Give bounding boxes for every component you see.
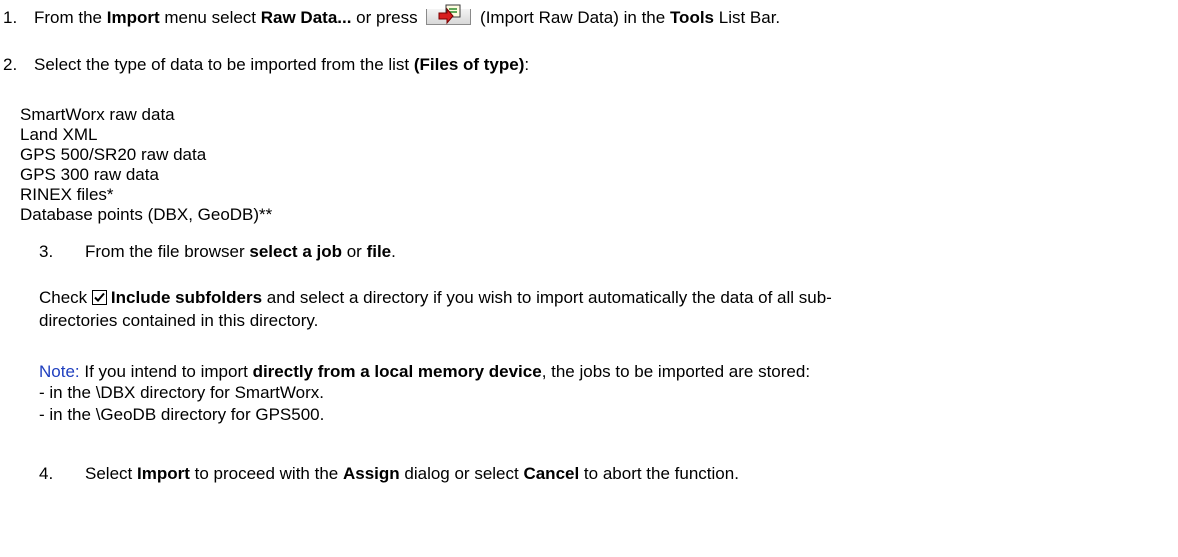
step-number: 2. (3, 55, 18, 74)
local-memory-device-ref: directly from a local memory device (252, 362, 542, 381)
file-type-item: SmartWorx raw data (20, 105, 175, 124)
note-label: Note: (39, 362, 80, 381)
note-item: - in the \DBX directory for SmartWorx. (39, 383, 324, 402)
include-subfolders-paragraph-line2: directories contained in this directory. (39, 311, 319, 330)
step-4: 4. Select Import to proceed with the Assi… (39, 464, 739, 483)
import-menu-ref: Import (106, 8, 160, 27)
note-paragraph: Note: If you intend to import directly f… (39, 362, 811, 381)
file-type-item: RINEX files* (20, 185, 114, 204)
cancel-button-ref: Cancel (523, 464, 580, 483)
file-type-item: Land XML (20, 125, 98, 144)
select-a-job-ref: select a job (249, 242, 342, 261)
raw-data-menu-item-ref: Raw Data... (260, 8, 352, 27)
step-number: 4. (39, 464, 54, 483)
checked-checkbox-icon (91, 290, 107, 305)
include-subfolders-paragraph: Check Include subfolders and select a di… (39, 288, 832, 307)
file-type-item: Database points (DBX, GeoDB)** (20, 205, 273, 224)
note-item: - in the \GeoDB directory for GPS500. (39, 405, 325, 424)
step-number: 1. (3, 8, 18, 27)
step-3: 3. From the file browser select a job or … (39, 242, 396, 261)
include-subfolders-option-ref: Include subfolders (110, 288, 263, 307)
tools-listbar-ref: Tools (669, 8, 715, 27)
file-ref: file (366, 242, 392, 261)
step-1: 1. From the Import menu select Raw Data..… (3, 4, 780, 28)
import-raw-data-icon (426, 4, 472, 25)
import-button-ref: Import (136, 464, 190, 483)
file-type-item: GPS 500/SR20 raw data (20, 145, 207, 164)
file-type-item: GPS 300 raw data (20, 165, 159, 184)
step-number: 3. (39, 242, 54, 261)
assign-dialog-ref: Assign (342, 464, 400, 483)
files-of-type-ref: (Files of type) (413, 55, 525, 74)
step-2: 2. Select the type of data to be imported… (3, 55, 530, 74)
